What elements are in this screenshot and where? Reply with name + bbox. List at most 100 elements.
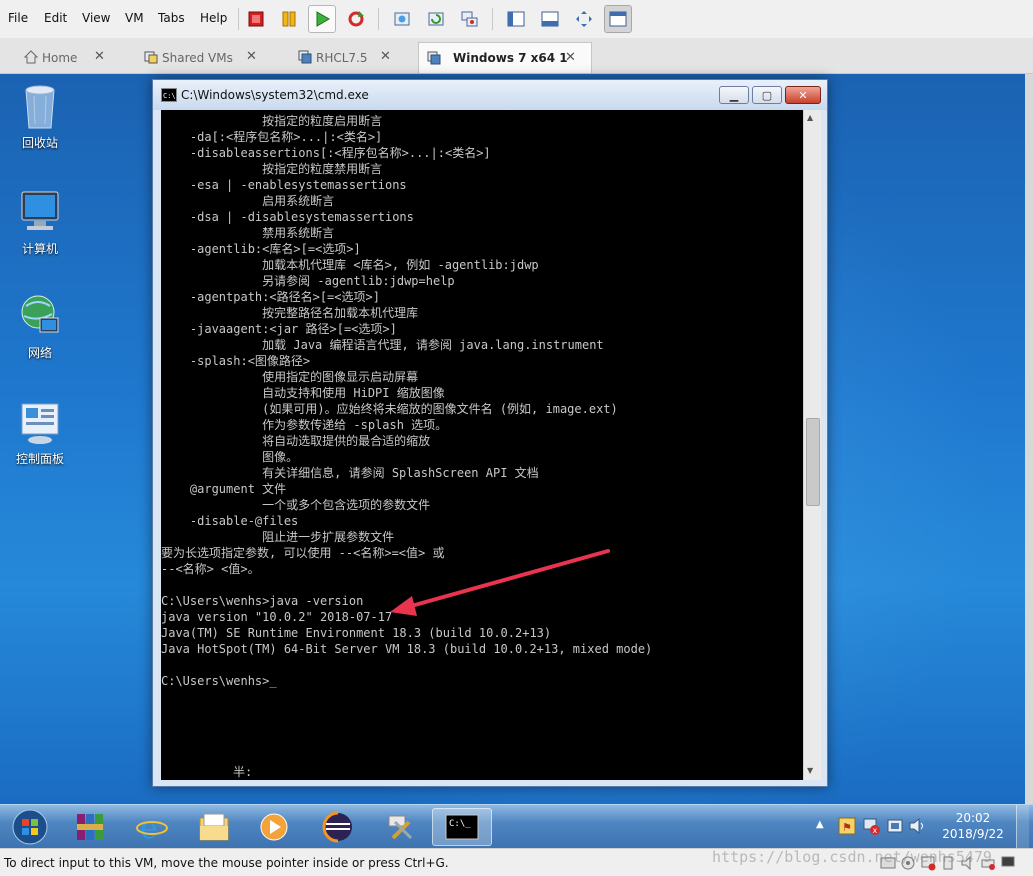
start-button[interactable] — [4, 808, 56, 846]
close-icon[interactable]: ✕ — [565, 50, 576, 65]
close-icon[interactable]: ✕ — [380, 49, 391, 64]
taskbar-ie[interactable]: e — [126, 808, 178, 846]
menu-vm[interactable]: VM — [125, 11, 144, 25]
console-line: 启用系统断言 — [161, 194, 335, 208]
console-line: -esa | -enablesystemassertions — [161, 178, 407, 192]
desktop-icon-network[interactable]: 网络 — [8, 292, 72, 361]
console-line: -agentlib:<库名>[=<选项>] — [161, 242, 361, 256]
explorer-icon — [199, 813, 229, 841]
tab-label: RHCL7.5 — [316, 50, 368, 65]
menu-tabs[interactable]: Tabs — [158, 11, 185, 25]
snapshot-manager-icon[interactable] — [456, 5, 484, 33]
console-line: -dsa | -disablesystemassertions — [161, 210, 414, 224]
console-line: 加载本机代理库 <库名>, 例如 -agentlib:jdwp — [161, 258, 539, 272]
display-icon[interactable] — [1000, 855, 1016, 871]
svg-text:x: x — [873, 826, 878, 835]
play-icon[interactable] — [308, 5, 336, 33]
tray-clock[interactable]: 20:02 2018/9/22 — [938, 810, 1008, 842]
console-scrollbar[interactable]: ▲ ▼ — [803, 110, 821, 780]
console-line: --<名称> <值>。 — [161, 562, 260, 576]
menu-view[interactable]: View — [82, 11, 110, 25]
taskbar-winrar[interactable] — [64, 808, 116, 846]
scroll-down-icon[interactable]: ▼ — [807, 766, 813, 775]
clock-time: 20:02 — [955, 811, 991, 825]
eclipse-icon — [322, 811, 352, 843]
tray-flag-icon[interactable]: ⚑ — [838, 817, 856, 835]
tab-shared-vms[interactable]: Shared VMs ✕ — [140, 42, 280, 73]
toolbar-separator — [378, 8, 379, 30]
console-line: 使用指定的图像显示启动屏幕 — [161, 370, 419, 384]
tray-volume-icon[interactable] — [908, 817, 926, 835]
status-text: To direct input to this VM, move the mou… — [4, 856, 449, 870]
maximize-button[interactable]: ▢ — [752, 86, 782, 104]
taskbar: e C:\_ ▲ ⚑ x 20:02 2018/9/22 — [0, 804, 1033, 848]
close-button[interactable]: ✕ — [785, 86, 821, 104]
start-orb-icon — [12, 809, 48, 845]
show-desktop-button[interactable] — [1016, 805, 1029, 848]
console-line: -disableassertions[:<程序包名称>...|:<类名>] — [161, 146, 491, 160]
cmd-icon: C:\_ — [445, 814, 479, 840]
console-line: @argument 文件 — [161, 482, 287, 496]
scroll-thumb[interactable] — [806, 418, 820, 506]
fullscreen-icon[interactable] — [570, 5, 598, 33]
power-off-icon[interactable] — [242, 5, 270, 33]
console-line: java version "10.0.2" 2018-07-17 — [161, 610, 393, 624]
console-line: 将自动选取提供的最合适的缩放 — [161, 434, 431, 448]
close-icon[interactable]: ✕ — [246, 49, 257, 64]
cmd-icon: C:\ — [161, 88, 177, 102]
minimize-button[interactable]: ▁ — [719, 86, 749, 104]
ie-icon: e — [136, 811, 168, 843]
taskbar-cmd[interactable]: C:\_ — [432, 808, 492, 846]
vm-icon — [427, 51, 441, 65]
scroll-up-icon[interactable]: ▲ — [807, 113, 813, 122]
cmd-titlebar[interactable]: C:\ C:\Windows\system32\cmd.exe ▁ ▢ ✕ — [153, 80, 827, 110]
console-line: (如果可用)。应始终将未缩放的图像文件名 (例如, image.ext) — [161, 402, 618, 416]
snapshot-icon[interactable] — [388, 5, 416, 33]
control-panel-icon — [18, 398, 62, 446]
menu-help[interactable]: Help — [200, 11, 227, 25]
tab-label: Home — [42, 50, 78, 65]
tab-label: Windows 7 x64 1 — [453, 51, 568, 65]
close-icon[interactable]: ✕ — [94, 49, 105, 64]
tab-label: Shared VMs — [162, 50, 233, 65]
sidebar-icon[interactable] — [502, 5, 530, 33]
console-line: 按指定的粒度禁用断言 — [161, 162, 383, 176]
console-line: 自动支持和使用 HiDPI 缩放图像 — [161, 386, 445, 400]
tray-network-icon[interactable]: x — [862, 817, 880, 835]
desktop-icon-label: 控制面板 — [15, 452, 64, 466]
svg-text:C:\_: C:\_ — [449, 819, 471, 829]
console-line: -javaagent:<jar 路径>[=<选项>] — [161, 322, 397, 336]
tab-home[interactable]: Home ✕ — [20, 42, 135, 73]
shared-vms-icon — [144, 51, 158, 64]
tray-device-icon[interactable] — [886, 817, 904, 835]
taskbar-media-player[interactable] — [248, 808, 300, 846]
console-output[interactable]: 按指定的粒度启用断言 -da[:<程序包名称>...|:<类名>] -disab… — [161, 110, 803, 780]
tab-windows7[interactable]: Windows 7 x64 1 ✕ — [418, 42, 592, 73]
cmd-window[interactable]: C:\ C:\Windows\system32\cmd.exe ▁ ▢ ✕ 按指… — [152, 79, 828, 787]
taskbar-tools[interactable] — [374, 808, 426, 846]
maximize-icon: ▢ — [761, 88, 773, 102]
taskbar-explorer[interactable] — [188, 808, 240, 846]
menu-file[interactable]: File — [8, 11, 28, 25]
tab-rhcl[interactable]: RHCL7.5 ✕ — [294, 42, 410, 73]
unity-icon[interactable] — [604, 5, 632, 33]
desktop-icon-control-panel[interactable]: 控制面板 — [8, 398, 72, 467]
console-line: 加载 Java 编程语言代理, 请参阅 java.lang.instrument — [161, 338, 604, 352]
suspend-icon[interactable] — [275, 5, 303, 33]
console-view-icon[interactable] — [536, 5, 564, 33]
computer-icon — [18, 188, 62, 236]
console-line: Java HotSpot(TM) 64-Bit Server VM 18.3 (… — [161, 642, 653, 656]
watermark: https://blog.csdn.net/wenhs5479 — [712, 848, 992, 866]
clock-date: 2018/9/22 — [942, 827, 1004, 841]
refresh-icon[interactable] — [342, 5, 370, 33]
desktop-icon-computer[interactable]: 计算机 — [8, 188, 72, 257]
menu-edit[interactable]: Edit — [44, 11, 67, 25]
desktop-icon-recycle-bin[interactable]: 回收站 — [8, 82, 72, 151]
tray-expand-icon[interactable]: ▲ — [816, 819, 824, 830]
console-line: C:\Users\wenhs>_ — [161, 674, 277, 688]
snapshot-revert-icon[interactable] — [422, 5, 450, 33]
console-line: -da[:<程序包名称>...|:<类名>] — [161, 130, 383, 144]
media-player-icon — [260, 813, 288, 841]
taskbar-eclipse[interactable] — [312, 808, 364, 846]
vm-view-scrollbar[interactable] — [1025, 74, 1033, 804]
